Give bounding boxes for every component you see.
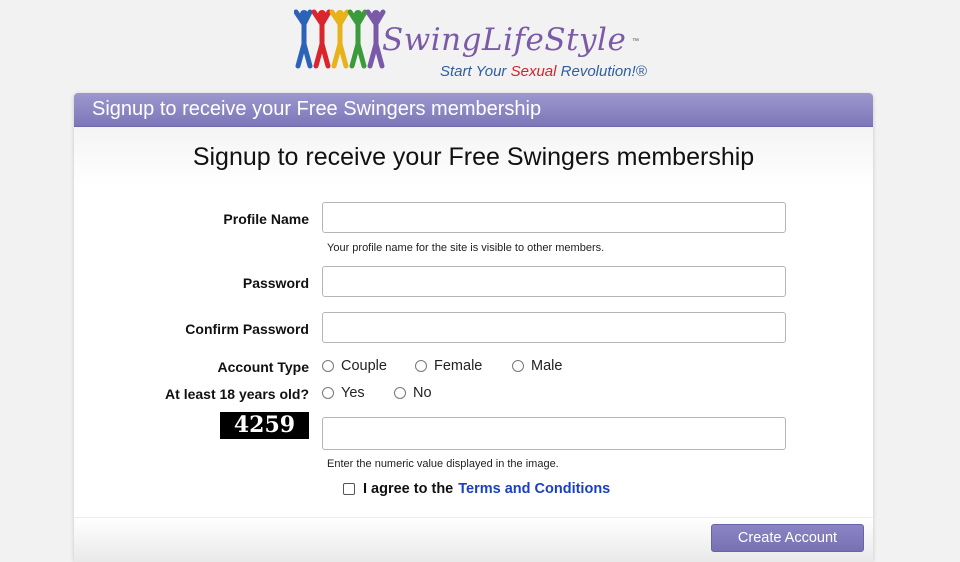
account-type-female-radio[interactable]: Female — [415, 358, 482, 374]
age-label: At least 18 years old? — [165, 386, 309, 402]
profile-name-label: Profile Name — [223, 211, 309, 227]
tagline-start: Start Your — [440, 63, 511, 80]
profile-name-input[interactable] — [322, 202, 786, 233]
logo-brand-text: SwingLifeStyle — [382, 22, 627, 58]
agree-text: I agree to the — [363, 481, 454, 497]
captcha-help: Enter the numeric value displayed in the… — [327, 458, 559, 470]
people-logo-icon — [294, 9, 386, 69]
create-account-button[interactable]: Create Account — [711, 524, 864, 552]
age-yes-radio[interactable]: Yes — [322, 385, 365, 401]
logo-tagline: Start Your Sexual Revolution!® — [440, 63, 647, 80]
captcha-image: 4259 — [220, 412, 309, 439]
account-type-couple-label: Couple — [341, 358, 387, 374]
site-logo[interactable]: SwingLifeStyle ™ Start Your Sexual Revol… — [294, 8, 654, 84]
age-yes-label: Yes — [341, 385, 365, 401]
page-title: Signup to receive your Free Swingers mem… — [192, 143, 755, 171]
radio-circle-icon — [322, 387, 334, 399]
agree-checkbox[interactable] — [343, 483, 355, 495]
terms-agreement: I agree to the Terms and Conditions — [343, 481, 610, 497]
tagline-highlight: Sexual — [510, 63, 557, 80]
account-type-female-label: Female — [434, 358, 483, 374]
account-type-couple-radio[interactable]: Couple — [322, 358, 387, 374]
captcha-input[interactable] — [322, 417, 786, 450]
account-type-male-label: Male — [531, 358, 563, 374]
radio-circle-icon — [415, 360, 427, 372]
age-no-label: No — [413, 385, 432, 401]
confirm-password-label: Confirm Password — [185, 321, 309, 337]
tagline-end: Revolution!® — [556, 63, 647, 80]
signup-panel: Signup to receive your Free Swingers mem… — [74, 93, 873, 562]
terms-link[interactable]: Terms and Conditions — [458, 481, 610, 497]
account-type-label: Account Type — [217, 359, 309, 375]
password-input[interactable] — [322, 266, 786, 297]
age-no-radio[interactable]: No — [394, 385, 432, 401]
profile-name-help: Your profile name for the site is visibl… — [327, 242, 605, 254]
radio-circle-icon — [512, 360, 524, 372]
account-type-male-radio[interactable]: Male — [512, 358, 562, 374]
radio-circle-icon — [394, 387, 406, 399]
radio-circle-icon — [322, 360, 334, 372]
password-label: Password — [242, 275, 309, 291]
logo-trademark: ™ — [632, 38, 639, 45]
panel-header: Signup to receive your Free Swingers mem… — [74, 93, 873, 127]
confirm-password-input[interactable] — [322, 312, 786, 343]
